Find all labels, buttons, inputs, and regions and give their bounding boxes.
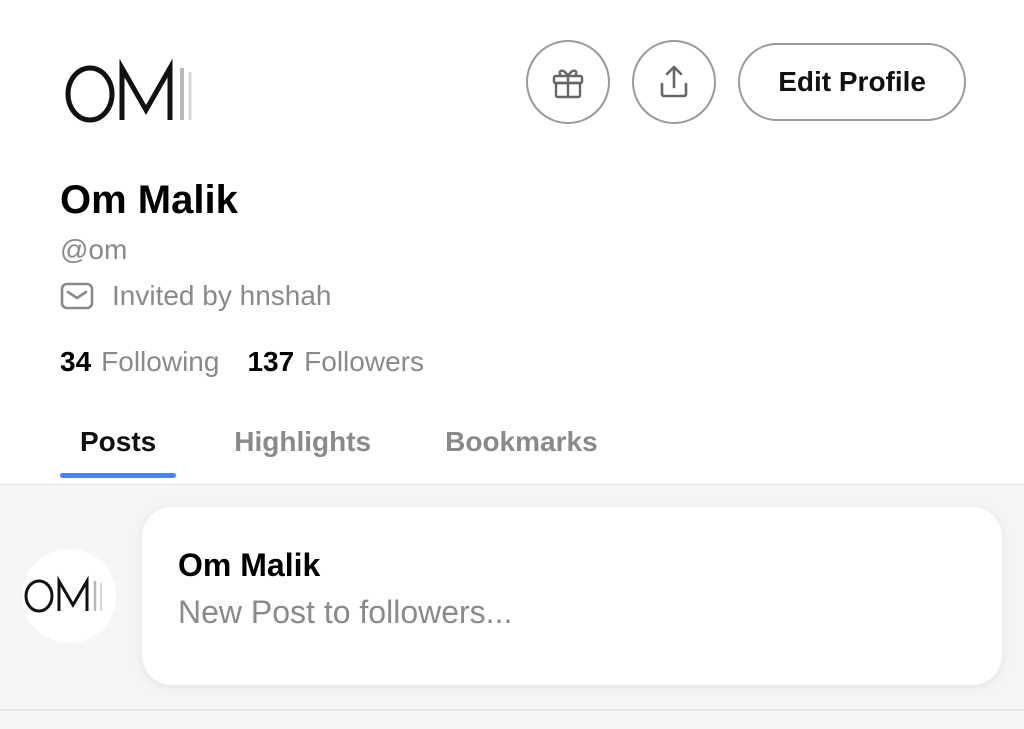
composer-author: Om Malik [178,547,321,583]
follow-stats: 34 Following 137 Followers [60,346,424,378]
edit-profile-button[interactable]: Edit Profile [738,43,966,121]
tab-bookmarks-label: Bookmarks [445,426,598,457]
profile-handle: @om [60,234,128,265]
share-icon [660,65,688,98]
feed-area: Om Malik New Post to followers... [0,484,1024,729]
followers-count: 137 [247,346,295,377]
followers-label: Followers [304,346,424,377]
profile-name: Om Malik [60,178,238,222]
tab-posts-label: Posts [80,426,157,457]
avatar[interactable] [22,549,116,643]
invited-by-text: Invited by hnshah [112,280,332,311]
profile-actions: Edit Profile [526,40,966,124]
om-avatar-logo-icon [24,575,102,613]
om-logo-icon [65,58,192,123]
profile-tabs: Posts Highlights Bookmarks [60,420,618,484]
following-label: Following [101,346,220,377]
profile-page: Edit Profile Om Malik @om Invited by hns… [0,0,1024,729]
profile-logo [64,58,204,138]
followers-stat[interactable]: 137 Followers [247,346,424,378]
gift-icon [553,69,584,99]
composer-placeholder: New Post to followers... [178,594,513,630]
new-post-composer[interactable]: Om Malik New Post to followers... [142,507,1002,685]
share-button[interactable] [632,40,717,124]
following-stat[interactable]: 34 Following [60,346,219,378]
divider [0,709,1024,711]
tab-bookmarks[interactable]: Bookmarks [425,420,618,478]
tab-highlights-label: Highlights [234,426,372,457]
tab-posts[interactable]: Posts [60,420,177,478]
active-tab-indicator [60,473,177,478]
mail-icon [60,282,94,310]
following-count: 34 [60,346,92,377]
tab-highlights[interactable]: Highlights [214,420,391,478]
edit-profile-label: Edit Profile [778,66,926,97]
invited-by-row[interactable]: Invited by hnshah [60,280,332,312]
gift-button[interactable] [526,40,611,124]
